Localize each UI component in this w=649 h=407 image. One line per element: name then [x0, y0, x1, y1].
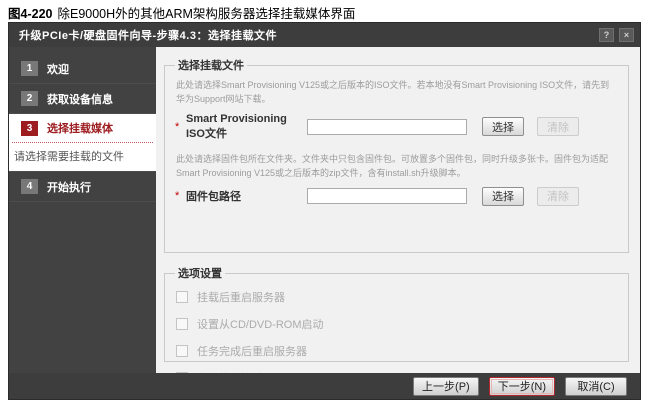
mount-file-section-title: 选择挂载文件	[175, 57, 247, 73]
step-label: 选择挂载媒体	[47, 120, 113, 136]
package-clear-button: 清除	[537, 187, 579, 206]
step-item-device-info: 2 获取设备信息	[9, 84, 156, 114]
iso-select-button[interactable]: 选择	[482, 117, 524, 136]
step-number-badge: 2	[21, 91, 38, 106]
step-label: 获取设备信息	[47, 91, 113, 107]
step-item-welcome: 1 欢迎	[9, 54, 156, 84]
figure-number: 图4-220	[8, 7, 52, 21]
options-section-title: 选项设置	[175, 265, 225, 281]
package-select-button[interactable]: 选择	[482, 187, 524, 206]
figure-title: 图4-220 除E9000H外的其他ARM架构服务器选择挂载媒体界面	[8, 3, 355, 22]
step-label: 欢迎	[47, 61, 69, 77]
required-asterisk: *	[173, 121, 186, 133]
step-number-badge: 3	[21, 121, 38, 136]
option-label: 挂载后重启服务器	[197, 289, 285, 305]
step-number-badge: 4	[21, 179, 38, 194]
step-item-execute: 4 开始执行	[9, 172, 156, 202]
next-button[interactable]: 下一步(N)	[489, 377, 555, 396]
wizard-step-list: 1 欢迎 2 获取设备信息 3 选择挂载媒体 请选择需要挂载的文件 4	[9, 47, 156, 373]
dialog-title: 升级PCIe卡/硬盘固件向导-步骤4.3：选择挂载文件	[19, 27, 594, 43]
mount-file-section: 选择挂载文件 此处请选择Smart Provisioning V125或之后版本…	[164, 57, 629, 253]
iso-file-input[interactable]	[307, 119, 467, 135]
checkbox-restart-after-mount	[176, 291, 188, 303]
options-section: 选项设置 挂载后重启服务器 设置从CD/DVD-ROM启动 任务完成后重启服务器	[164, 265, 629, 362]
dialog-body: 1 欢迎 2 获取设备信息 3 选择挂载媒体 请选择需要挂载的文件 4	[9, 47, 640, 373]
active-step-divider	[12, 142, 153, 143]
close-icon[interactable]: ×	[619, 28, 634, 42]
iso-description: 此处请选择Smart Provisioning V125或之后版本的ISO文件。…	[176, 78, 618, 107]
figure-caption: 除E9000H外的其他ARM架构服务器选择挂载媒体界面	[57, 7, 355, 21]
iso-clear-button: 清除	[537, 117, 579, 136]
package-path-row: * 固件包路径 选择 清除	[173, 187, 618, 206]
iso-file-label: Smart Provisioning ISO文件	[186, 113, 307, 141]
checkbox-restart-after-task	[176, 345, 188, 357]
package-description: 此处请选择固件包所在文件夹。文件夹中只包含固件包。可放置多个固件包，同时升级多张…	[176, 152, 618, 181]
iso-file-row: * Smart Provisioning ISO文件 选择 清除	[173, 113, 618, 141]
wizard-dialog: 升级PCIe卡/硬盘固件向导-步骤4.3：选择挂载文件 ? × 1 欢迎 2 获…	[8, 22, 641, 400]
step-number-badge: 1	[21, 61, 38, 76]
checkbox-boot-from-cddvd	[176, 318, 188, 330]
option-label: 设置从CD/DVD-ROM启动	[197, 316, 324, 332]
option-label: 任务完成后重启服务器	[197, 343, 307, 359]
option-restart-after-task: 任务完成后重启服务器	[176, 343, 618, 359]
required-asterisk: *	[173, 190, 186, 202]
help-icon[interactable]: ?	[599, 28, 614, 42]
dialog-content: 选择挂载文件 此处请选择Smart Provisioning V125或之后版本…	[156, 47, 640, 373]
active-step-hint: 请选择需要挂载的文件	[9, 146, 156, 169]
step-label: 开始执行	[47, 179, 91, 195]
dialog-footer: 上一步(P) 下一步(N) 取消(C)	[9, 373, 640, 399]
step-item-select-media: 3 选择挂载媒体	[9, 114, 156, 142]
step-item-select-media-active: 3 选择挂载媒体 请选择需要挂载的文件	[9, 114, 156, 172]
dialog-titlebar: 升级PCIe卡/硬盘固件向导-步骤4.3：选择挂载文件 ? ×	[9, 23, 640, 47]
option-restart-after-mount: 挂载后重启服务器	[176, 289, 618, 305]
cancel-button[interactable]: 取消(C)	[565, 377, 627, 396]
package-path-input[interactable]	[307, 188, 467, 204]
previous-button[interactable]: 上一步(P)	[413, 377, 479, 396]
option-boot-from-cddvd: 设置从CD/DVD-ROM启动	[176, 316, 618, 332]
package-path-label: 固件包路径	[186, 188, 307, 204]
page: 图4-220 除E9000H外的其他ARM架构服务器选择挂载媒体界面 升级PCIe…	[0, 0, 649, 407]
